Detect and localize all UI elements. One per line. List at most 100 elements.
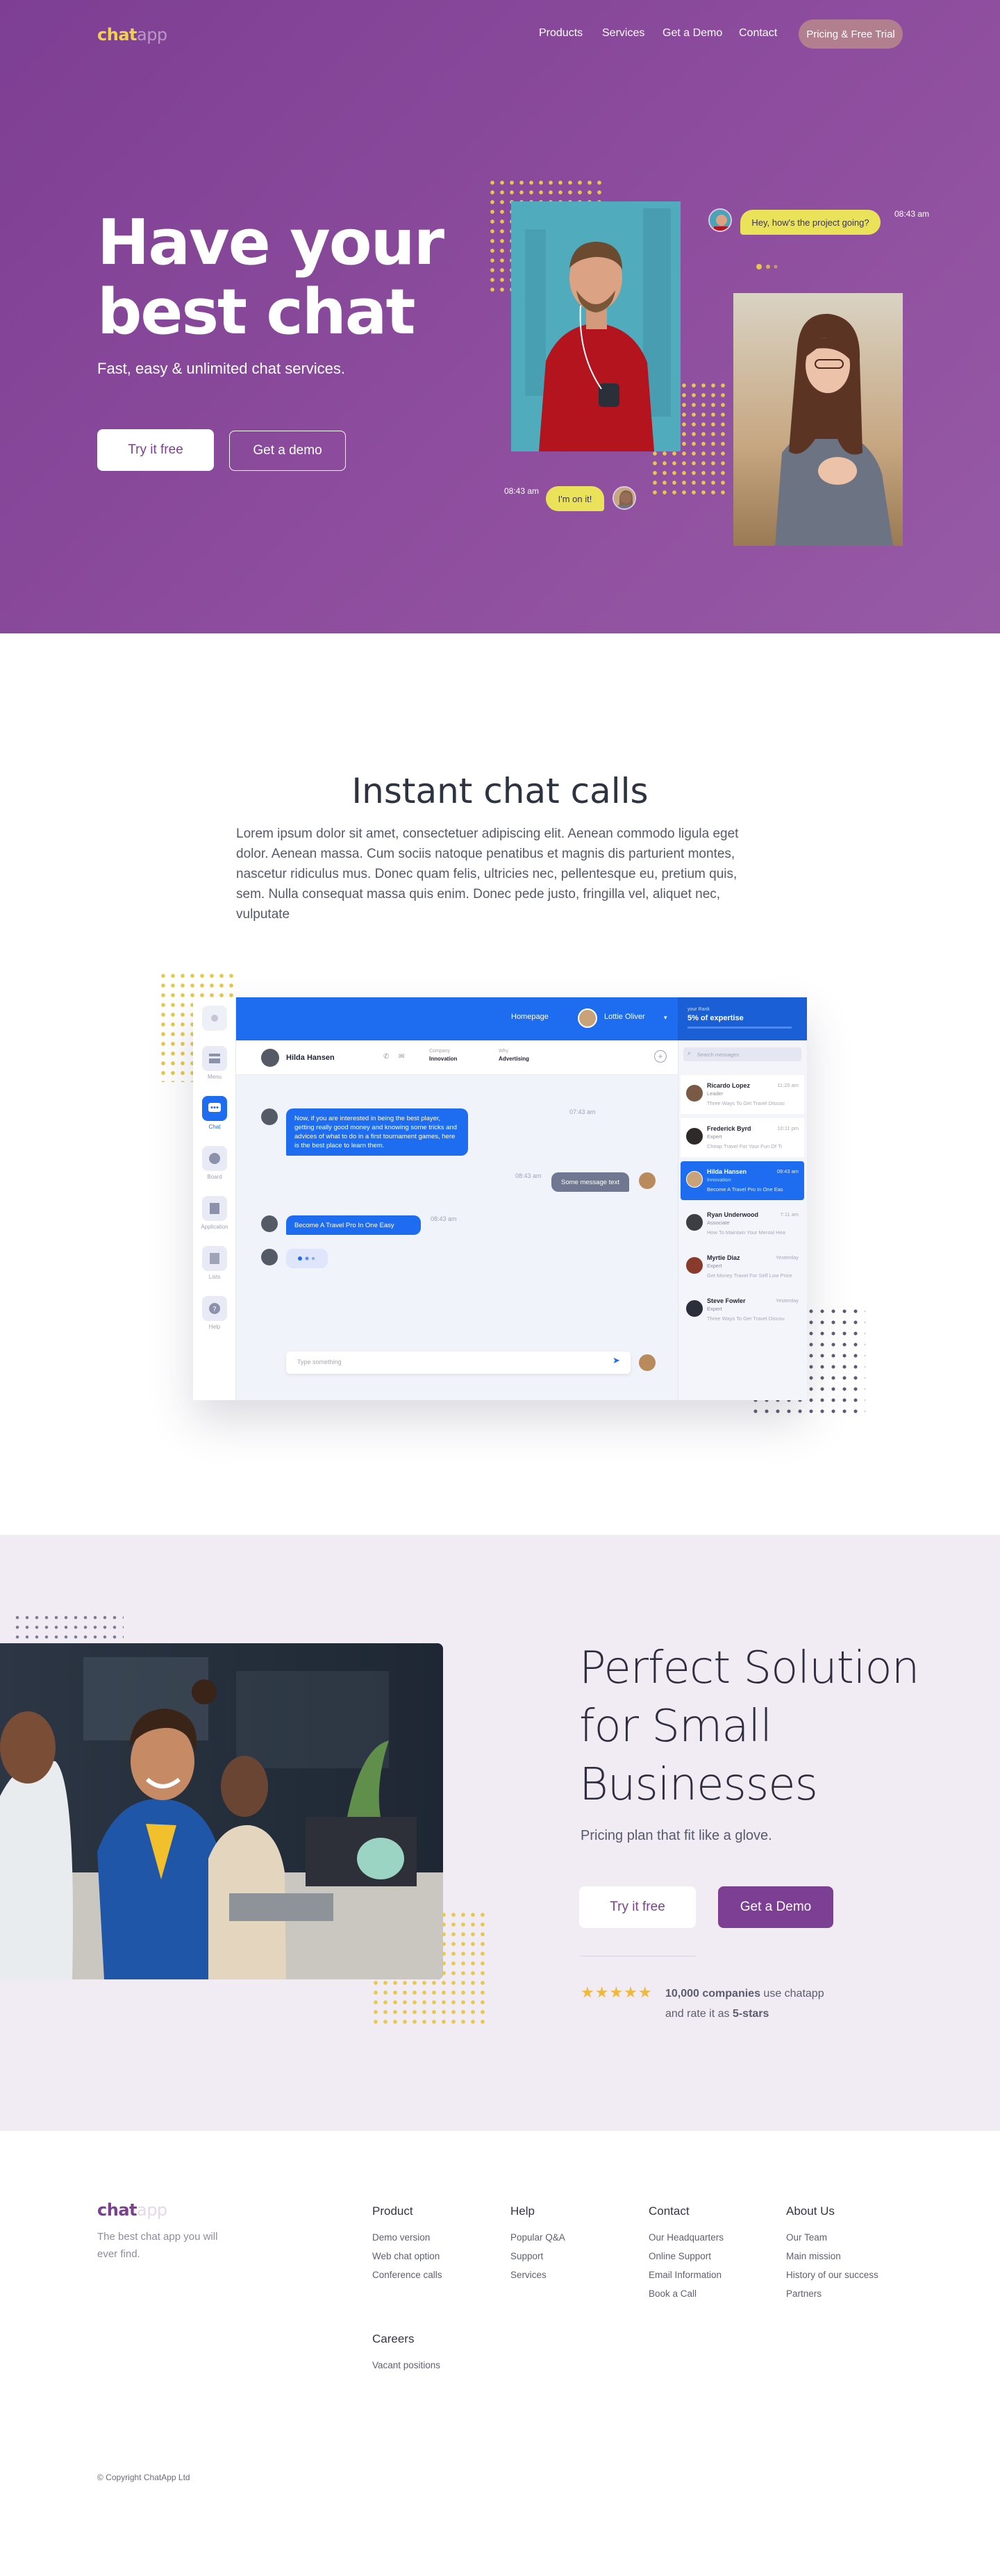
mock-contact-item[interactable]: Ricardo Lopez Leader Three Ways To Get T… — [681, 1075, 804, 1114]
try-free-button[interactable]: Try it free — [97, 429, 214, 471]
contact-message: Three Ways To Get Travel Discou — [707, 1100, 785, 1106]
footer-heading-help: Help — [510, 2204, 535, 2218]
mock-side-label-chat: Chat — [208, 1124, 221, 1130]
contact-message: Get Money Travel For Self Low Price — [707, 1272, 792, 1279]
footer-link[interactable]: History of our success — [786, 2270, 878, 2280]
mock-contact-item-active[interactable]: Hilda Hansen Innovation Become A Travel … — [681, 1161, 804, 1200]
mock-help-icon[interactable]: ? — [202, 1296, 227, 1321]
contact-role: Expert — [707, 1133, 722, 1140]
instant-chat-title: Instant chat calls — [351, 771, 649, 811]
rating-count: 10,000 companies — [665, 1988, 760, 2000]
footer-link[interactable]: Vacant positions — [372, 2360, 440, 2370]
footer-link[interactable]: Main mission — [786, 2251, 841, 2261]
mock-msg-avatar-3 — [261, 1215, 278, 1232]
decor-dots-solution-top — [12, 1613, 124, 1643]
mock-input-avatar — [639, 1354, 656, 1371]
nav-link-contact[interactable]: Contact — [739, 27, 777, 40]
mock-side-label-lists: Lists — [208, 1274, 221, 1280]
mock-message-1-time: 07:43 am — [569, 1108, 596, 1115]
send-icon[interactable]: ➤ — [612, 1355, 620, 1366]
woman-photo — [733, 293, 903, 546]
contact-role: Leader — [707, 1090, 724, 1097]
contact-name: Myrtie Diaz — [707, 1254, 740, 1261]
mock-contact-item[interactable]: Myrtie Diaz Expert Get Money Travel For … — [681, 1247, 804, 1286]
footer-link[interactable]: Our Team — [786, 2232, 827, 2243]
mock-menu-icon[interactable] — [202, 1046, 227, 1071]
footer-link[interactable]: Book a Call — [649, 2288, 697, 2299]
mock-lists-icon[interactable] — [202, 1246, 227, 1271]
solution-title-line-1: Perfect Solution — [579, 1643, 919, 1694]
mock-contact-item[interactable]: Ryan Underwood Associate How To Maintain… — [681, 1204, 804, 1243]
nav-link-demo[interactable]: Get a Demo — [662, 27, 722, 40]
footer-link[interactable]: Services — [510, 2270, 547, 2280]
contact-avatar — [686, 1257, 703, 1274]
mock-why-value: Advertising — [499, 1056, 530, 1062]
chat-time-top: 08:43 am — [894, 209, 930, 219]
mock-contact-item[interactable]: Frederick Byrd Expert Cheap Travel For Y… — [681, 1118, 804, 1157]
footer-link[interactable]: Partners — [786, 2288, 822, 2299]
mock-homepage-link[interactable]: Homepage — [511, 1013, 549, 1021]
contact-avatar — [686, 1085, 703, 1102]
mock-rank-value: 5% of expertise — [688, 1014, 744, 1022]
mock-chat-icon[interactable] — [202, 1096, 227, 1121]
add-icon[interactable]: + — [654, 1050, 667, 1063]
mock-chat-avatar — [261, 1049, 279, 1067]
mock-rank-label: your Rank — [688, 1007, 710, 1012]
solution-try-free-button[interactable]: Try it free — [579, 1886, 696, 1928]
footer-link[interactable]: Demo version — [372, 2232, 430, 2243]
contact-name: Ricardo Lopez — [707, 1082, 751, 1089]
mock-message-2: Some message text — [551, 1172, 629, 1192]
pricing-trial-button[interactable]: Pricing & Free Trial — [799, 19, 903, 49]
contact-avatar — [686, 1300, 703, 1317]
logo[interactable]: chatapp — [97, 25, 167, 44]
footer-link[interactable]: Web chat option — [372, 2251, 440, 2261]
footer-heading-contact: Contact — [649, 2204, 690, 2218]
hero-subtitle: Fast, easy & unlimited chat services. — [97, 360, 346, 377]
footer-link[interactable]: Our Headquarters — [649, 2232, 724, 2243]
solution-title-line-3: Businesses — [579, 1759, 818, 1811]
mock-company-value: Innovation — [429, 1056, 458, 1062]
footer-link[interactable]: Conference calls — [372, 2270, 442, 2280]
search-icon: ⌕ — [688, 1049, 692, 1056]
contact-avatar — [686, 1171, 703, 1188]
mock-application-icon[interactable] — [202, 1196, 227, 1221]
footer-heading-about: About Us — [786, 2204, 835, 2218]
chevron-down-icon[interactable]: ▾ — [664, 1014, 667, 1022]
footer-link[interactable]: Support — [510, 2251, 543, 2261]
mock-contact-item[interactable]: Steve Fowler Expert Three Ways To Get Tr… — [681, 1290, 804, 1329]
contact-role: Expert — [707, 1306, 722, 1312]
mock-message-3: Become A Travel Pro In One Easy — [286, 1215, 421, 1235]
rating-stars-icon: ★★★★★ — [581, 1984, 653, 2001]
mail-icon[interactable]: ✉ — [399, 1053, 404, 1061]
footer-link[interactable]: Email Information — [649, 2270, 722, 2280]
solution-title-line-2: for Small — [579, 1701, 772, 1752]
copyright-text: © Copyright ChatApp Ltd — [97, 2473, 190, 2482]
typing-indicator-icon — [756, 261, 781, 269]
phone-icon[interactable]: ✆ — [383, 1053, 389, 1061]
solution-get-demo-button[interactable]: Get a Demo — [718, 1886, 833, 1928]
contact-time: Yesterday — [775, 1297, 799, 1304]
solution-title: Perfect Solution for Small Businesses — [579, 1639, 968, 1814]
contact-message: Become A Travel Pro In One Eas — [707, 1186, 783, 1193]
mock-side-label-board: Board — [207, 1174, 222, 1180]
nav-link-services[interactable]: Services — [602, 27, 644, 40]
contact-time: 10:11 pm — [777, 1125, 799, 1131]
contact-message: Three Ways To Get Travel Discou — [707, 1315, 785, 1322]
instant-chat-body: Lorem ipsum dolor sit amet, consectetuer… — [236, 826, 739, 922]
get-demo-button[interactable]: Get a demo — [229, 431, 346, 471]
footer-logo[interactable]: chatapp — [97, 2200, 167, 2220]
mock-message-2-time: 08:43 am — [515, 1172, 542, 1179]
mock-user-name[interactable]: Lottie Oliver — [604, 1013, 645, 1021]
rating-text-line-1: 10,000 companies use chatapp — [665, 1988, 824, 2000]
nav-link-products[interactable]: Products — [539, 27, 583, 40]
mock-msg-avatar-1 — [261, 1108, 278, 1125]
mock-home-icon[interactable] — [202, 1006, 227, 1031]
app-mockup: Menu Chat Board Application Lists ? Help… — [193, 997, 807, 1400]
contact-time: 09:43 am — [776, 1168, 799, 1174]
footer-link[interactable]: Online Support — [649, 2251, 711, 2261]
svg-text:?: ? — [212, 1306, 216, 1313]
mock-search-placeholder: Search messages — [697, 1052, 740, 1058]
mock-board-icon[interactable] — [202, 1146, 227, 1171]
typing-bubble-icon — [286, 1249, 328, 1268]
footer-link[interactable]: Popular Q&A — [510, 2232, 565, 2243]
